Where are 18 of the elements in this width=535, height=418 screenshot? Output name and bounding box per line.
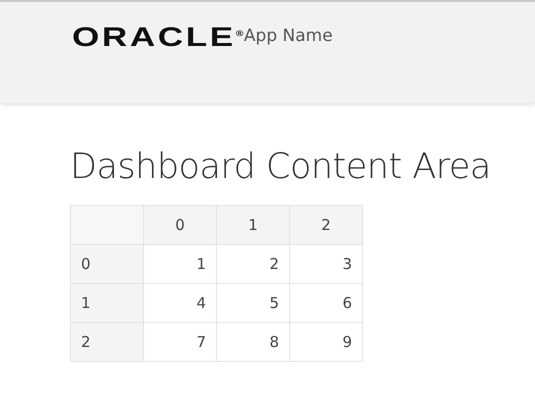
column-header: 1: [216, 206, 290, 244]
row-header: 0: [70, 244, 144, 284]
table-cell: 2: [216, 244, 290, 284]
row-header: 1: [70, 284, 144, 322]
app-name: App Name: [244, 26, 333, 46]
table-cell: 8: [216, 322, 290, 362]
page-title: Dashboard Content Area: [70, 146, 492, 189]
table-cell: 1: [144, 244, 216, 284]
table-cell: 9: [290, 322, 362, 362]
column-header: 0: [144, 206, 216, 244]
table-cell: 3: [290, 244, 362, 284]
table-cell: 4: [144, 284, 216, 322]
row-header: 2: [70, 322, 144, 362]
logo: ORACLE$^{®}$: [72, 21, 244, 52]
table-cell: 6: [290, 284, 362, 322]
column-header: 2: [290, 206, 362, 244]
table-cell: 5: [216, 284, 290, 322]
table-cell: 7: [144, 322, 216, 362]
